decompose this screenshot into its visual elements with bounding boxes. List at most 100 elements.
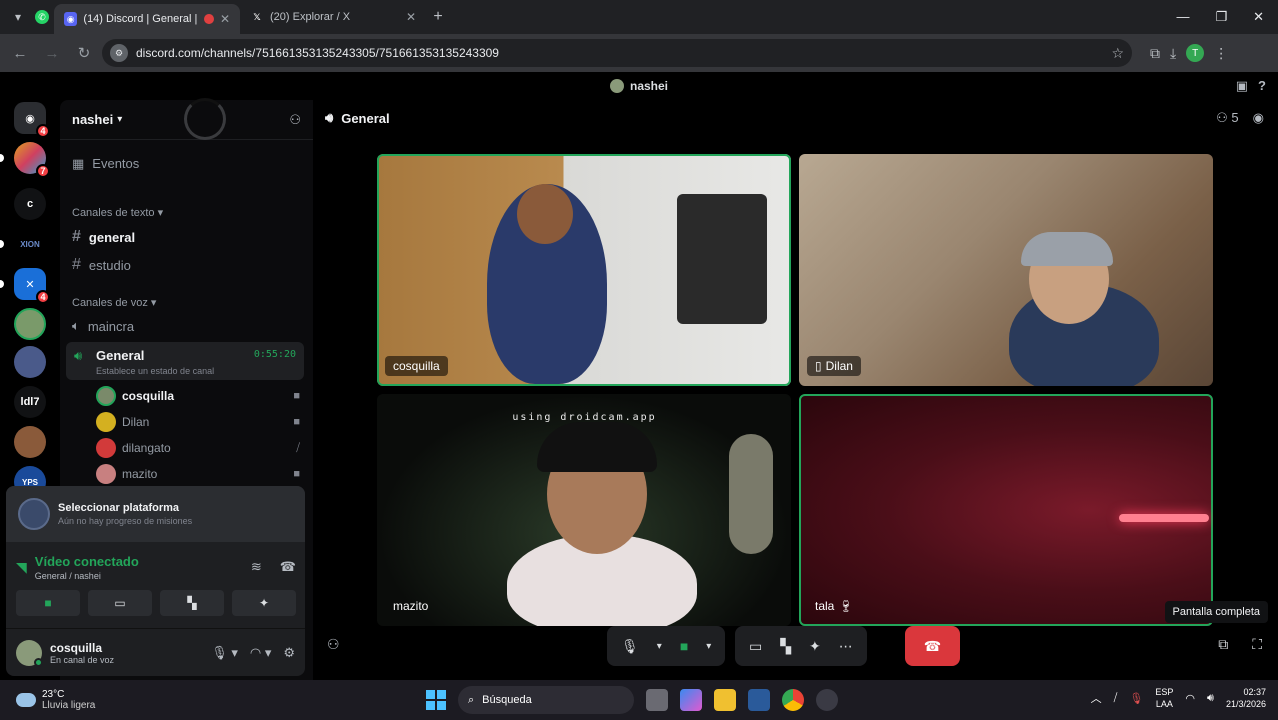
start-icon[interactable] [426, 690, 446, 710]
participants-button[interactable]: ⚇ 5 [1216, 110, 1239, 126]
back-icon[interactable]: ← [6, 39, 34, 67]
chevron-up-icon[interactable]: ︿ [1091, 690, 1102, 706]
server-icon[interactable] [14, 308, 46, 340]
soundboard-button[interactable]: ✦ [232, 590, 296, 616]
voice-member[interactable]: mazito ■ [96, 464, 300, 484]
browser-tab-strip: ▾ ✆ ◉ (14) Discord | General | nas ✕ 𝕏 (… [0, 0, 1278, 34]
download-icon[interactable]: ⤓ [1170, 45, 1176, 62]
close-tab-icon[interactable]: ✕ [406, 10, 416, 24]
chevron-down-icon[interactable]: ▾ [657, 641, 662, 652]
media-controls: 🎙︎ ▾ ■ ▾ [607, 626, 726, 666]
video-tile[interactable]: tala 🍷︎ [799, 394, 1213, 626]
server-icon[interactable]: 7 [14, 142, 50, 178]
bookmark-star-icon[interactable]: ☆ [1111, 45, 1124, 62]
copilot-icon[interactable] [680, 689, 702, 711]
server-icon[interactable]: XION [14, 228, 46, 260]
gear-icon[interactable]: ⚙ [283, 645, 295, 661]
language-indicator[interactable]: ESP LAA [1155, 686, 1173, 710]
avatar[interactable] [16, 639, 43, 667]
search-box[interactable]: ⌕ Búsqueda [458, 686, 634, 714]
category-text-channels[interactable]: Canales de texto ▾ [72, 206, 163, 219]
server-icon[interactable]: ✕ 4 [14, 268, 50, 304]
wifi-icon[interactable]: ◠ [1185, 692, 1195, 705]
volume-icon[interactable]: 🔊︎ [1207, 692, 1214, 705]
invite-member-icon[interactable]: ⚇ [289, 112, 301, 128]
new-tab-icon[interactable]: + [426, 5, 450, 29]
pop-out-icon[interactable]: ⧉ [1218, 636, 1228, 653]
screen-share-icon[interactable]: ▭ [749, 638, 762, 655]
forward-icon[interactable]: → [38, 39, 66, 67]
extensions-icon[interactable]: ⧉ [1150, 45, 1160, 62]
channel-general[interactable]: # general [72, 228, 135, 246]
camera-button[interactable]: ■ [16, 590, 80, 616]
video-tile[interactable]: cosquilla [377, 154, 791, 386]
voice-member[interactable]: cosquilla ■ [96, 386, 300, 406]
clock[interactable]: 02:37 21/3/2026 [1226, 686, 1266, 710]
video-icon: ■ [293, 390, 300, 402]
category-voice-channels[interactable]: Canales de voz ▾ [72, 296, 156, 309]
voice-channel-general[interactable]: 🔊︎ General 0:55:20 Establece un estado d… [66, 342, 304, 380]
stage-header: 🔊︎ General [325, 110, 390, 126]
more-options-icon[interactable]: ⋯ [839, 638, 853, 655]
channel-status[interactable]: Establece un estado de canal [96, 366, 214, 376]
server-icon[interactable] [14, 346, 46, 378]
tab-search-icon[interactable]: ▾ [6, 5, 30, 29]
camera-icon[interactable]: ■ [680, 638, 688, 654]
activities-button[interactable]: ▚ [160, 590, 224, 616]
close-window-icon[interactable]: ✕ [1253, 9, 1264, 25]
invite-to-call-icon[interactable]: ⚇ [327, 636, 340, 653]
notification-badge: 7 [36, 164, 50, 178]
call-timer: 0:55:20 [253, 349, 296, 360]
server-icon[interactable] [14, 426, 46, 458]
site-info-icon[interactable]: ⚙ [110, 44, 128, 62]
task-view-icon[interactable] [646, 689, 668, 711]
microphone-icon[interactable]: 🎙︎ [621, 638, 639, 655]
tab-discord[interactable]: ◉ (14) Discord | General | nas ✕ [54, 4, 240, 34]
voice-channel-maincra[interactable]: 🔈︎ maincra [72, 318, 134, 334]
discord-home-icon[interactable]: ◉ 4 [14, 102, 50, 138]
microphone-icon[interactable]: 🎙︎ [1129, 692, 1143, 705]
tab-x[interactable]: 𝕏 (20) Explorar / X ✕ [240, 0, 426, 34]
chevron-down-icon[interactable]: ▾ [706, 641, 711, 652]
voice-member[interactable]: dilangato ⧸ [96, 438, 300, 458]
headphones-icon[interactable]: ◠ ▾ [250, 645, 271, 661]
address-bar[interactable]: ⚙ discord.com/channels/75166135313524330… [102, 39, 1132, 67]
screen-share-button[interactable]: ▭ [88, 590, 152, 616]
help-icon[interactable]: ? [1258, 78, 1266, 94]
noise-suppression-icon[interactable]: ≋ [251, 559, 262, 575]
whatsapp-tab-icon[interactable]: ✆ [30, 5, 54, 29]
server-icon[interactable]: ldl7 [14, 386, 46, 418]
fullscreen-icon[interactable]: ⛶ [1252, 636, 1262, 653]
chat-icon[interactable]: ◉ [1253, 110, 1264, 126]
signal-icon[interactable]: ◥ [16, 559, 27, 576]
call-controls: ⚇ 🎙︎ ▾ ■ ▾ ▭ ▚ ✦ ⋯ ☎ ⧉ ⛶ [313, 626, 1278, 670]
voice-location[interactable]: General / nashei [35, 571, 139, 581]
activities-icon[interactable]: ▚ [780, 638, 791, 655]
disconnect-icon[interactable]: ☎ [280, 559, 296, 575]
video-tile[interactable]: using droidcam.app mazito [377, 394, 791, 626]
platform-quest[interactable]: Seleccionar plataforma Aún no hay progre… [6, 486, 305, 542]
chrome-icon[interactable] [782, 689, 804, 711]
channel-estudio[interactable]: # estudio [72, 256, 131, 274]
weather-widget[interactable]: 23°C Lluvia ligera [0, 689, 300, 711]
app-icon[interactable] [816, 689, 838, 711]
app-icon[interactable] [748, 689, 770, 711]
file-explorer-icon[interactable] [714, 689, 736, 711]
network-muted-icon[interactable]: ⧸ [1114, 692, 1118, 705]
maximize-icon[interactable]: ❐ [1215, 9, 1227, 25]
menu-icon[interactable]: ⋮ [1214, 45, 1228, 62]
microphone-icon[interactable]: 🎙︎ ▾ [211, 645, 238, 661]
hang-up-button[interactable]: ☎ [905, 626, 960, 666]
close-tab-icon[interactable]: ✕ [220, 12, 230, 26]
soundboard-icon[interactable]: ✦ [809, 638, 821, 655]
reload-icon[interactable]: ↻ [70, 39, 98, 67]
voice-member[interactable]: Dilan ■ [96, 412, 300, 432]
server-header[interactable]: nashei ▾ ⚇ [60, 98, 313, 140]
events-item[interactable]: ▦ Eventos [72, 156, 139, 172]
minimize-icon[interactable]: — [1176, 9, 1189, 25]
profile-avatar[interactable]: T [1186, 44, 1205, 62]
video-tile[interactable]: ▯ Dilan [799, 154, 1213, 386]
server-icon[interactable]: c [14, 188, 46, 220]
inbox-icon[interactable]: ▣ [1236, 78, 1248, 94]
fullscreen-tooltip: Pantalla completa [1164, 601, 1268, 623]
